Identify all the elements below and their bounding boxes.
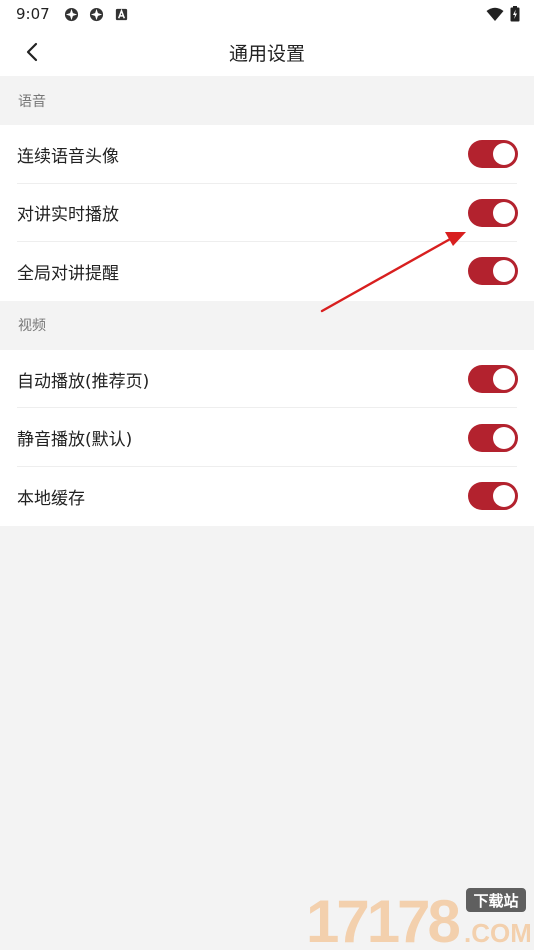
- toggle-switch[interactable]: [468, 198, 518, 227]
- status-time: 9:07: [16, 5, 50, 23]
- setting-label: 连续语音头像: [17, 146, 119, 167]
- toggle-switch[interactable]: [468, 257, 518, 286]
- wifi-icon: [486, 7, 504, 21]
- setting-row: 本地缓存: [0, 467, 534, 526]
- setting-row: 连续语音头像: [0, 125, 534, 184]
- chevron-left-icon: [26, 42, 38, 62]
- toggle-knob: [493, 201, 515, 224]
- setting-row: 对讲实时播放: [0, 184, 534, 243]
- toggle-switch[interactable]: [468, 482, 518, 511]
- watermark-number: 17178: [306, 888, 459, 948]
- app-notification-icon: [64, 7, 78, 21]
- toggle-knob: [493, 143, 515, 166]
- watermark-suffix: .COM: [464, 918, 530, 948]
- toggle-knob: [493, 485, 515, 508]
- setting-label: 本地缓存: [17, 488, 85, 509]
- status-bar: 9:07: [0, 0, 534, 28]
- toggle-knob: [493, 426, 515, 449]
- back-button[interactable]: [18, 40, 46, 64]
- setting-row: 自动播放(推荐页): [0, 350, 534, 409]
- battery-icon: [510, 6, 520, 22]
- setting-label: 静音播放(默认): [17, 430, 133, 451]
- setting-label: 对讲实时播放: [17, 205, 119, 226]
- setting-row: 全局对讲提醒: [0, 242, 534, 301]
- settings-group-video: 自动播放(推荐页) 静音播放(默认) 本地缓存: [0, 349, 534, 526]
- toggle-switch[interactable]: [468, 365, 518, 394]
- section-header-video: 视频: [0, 300, 534, 350]
- setting-row: 静音播放(默认): [0, 408, 534, 467]
- toggle-knob: [493, 368, 515, 391]
- app-bar: 通用设置: [0, 28, 534, 76]
- watermark-logo: 17178 下载站 .COM: [306, 888, 530, 948]
- section-header-voice: 语音: [0, 76, 534, 125]
- a-notification-icon: [115, 8, 127, 20]
- setting-label: 自动播放(推荐页): [17, 371, 150, 392]
- watermark-tag: 下载站: [473, 892, 518, 910]
- app-notification-icon: [89, 7, 103, 21]
- page-title: 通用设置: [228, 42, 305, 65]
- toggle-switch[interactable]: [468, 140, 518, 169]
- setting-label: 全局对讲提醒: [17, 263, 119, 284]
- settings-group-voice: 连续语音头像 对讲实时播放 全局对讲提醒: [0, 125, 534, 301]
- toggle-switch[interactable]: [468, 423, 518, 452]
- toggle-knob: [493, 260, 515, 283]
